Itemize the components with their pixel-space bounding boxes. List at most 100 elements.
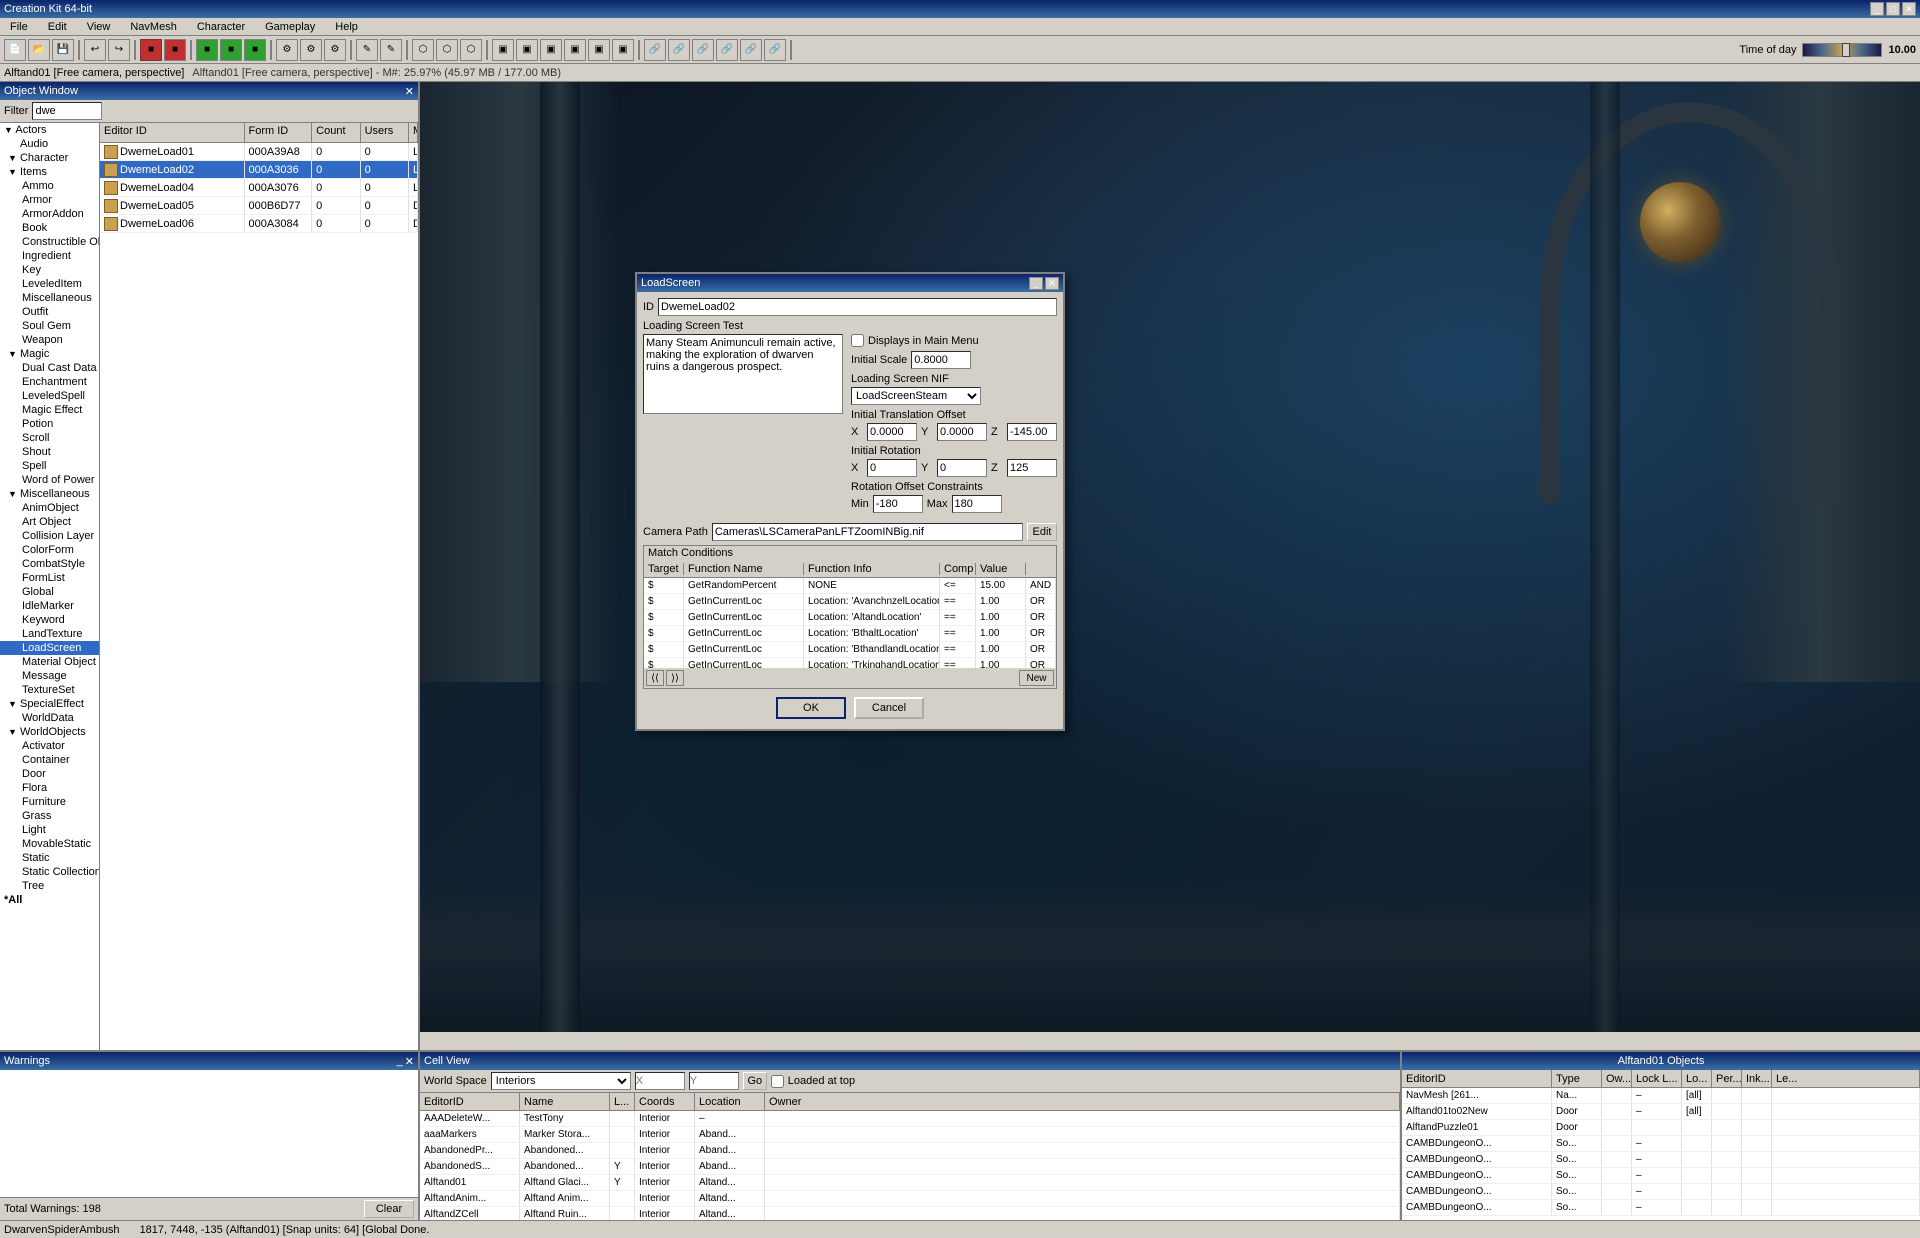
tree-furniture[interactable]: Furniture [0,795,99,809]
tool4[interactable]: ■ [220,39,242,61]
tree-grass[interactable]: Grass [0,809,99,823]
tool25[interactable]: 🔗 [764,39,786,61]
y-coord-input[interactable] [689,1072,739,1090]
rb-row[interactable]: CAMBDungeonO... So... – [1402,1136,1920,1152]
initial-scale-input[interactable] [911,351,971,369]
undo-btn[interactable]: ↩ [84,39,106,61]
tool3[interactable]: ■ [196,39,218,61]
tree-magic[interactable]: ▼ Magic [0,347,99,361]
tool7[interactable]: ⚙ [300,39,322,61]
rx-input[interactable] [867,459,917,477]
tree-loadscreen[interactable]: LoadScreen [0,641,99,655]
tree-formlist[interactable]: FormList [0,571,99,585]
tree-landtexture[interactable]: LandTexture [0,627,99,641]
tree-constructible[interactable]: Constructible Obj... [0,235,99,249]
menu-character[interactable]: Character [191,19,251,35]
menu-help[interactable]: Help [329,19,364,35]
tree-actors[interactable]: ▼ Actors [0,123,99,137]
tz-input[interactable] [1007,423,1057,441]
tree-artobject[interactable]: Art Object [0,515,99,529]
tree-leveleditem[interactable]: LeveledItem [0,277,99,291]
tree-miscellaneous-item[interactable]: Miscellaneous [0,291,99,305]
tree-ingredient[interactable]: Ingredient [0,249,99,263]
cell-col-name[interactable]: Name [520,1093,610,1110]
cell-row[interactable]: AlftandZCell Alftand Ruin... Interior Al… [420,1207,1400,1220]
tool5[interactable]: ■ [244,39,266,61]
minimize-btn[interactable]: _ [1870,2,1884,16]
warnings-minimize-btn[interactable]: _ [397,1055,403,1068]
tree-animobject[interactable]: AnimObject [0,501,99,515]
tool15[interactable]: ▣ [516,39,538,61]
tool11[interactable]: ⬡ [412,39,434,61]
tree-audio[interactable]: Audio [0,137,99,151]
tree-outfit[interactable]: Outfit [0,305,99,319]
maximize-btn[interactable]: □ [1886,2,1900,16]
dialog-close-btn[interactable]: ✕ [1045,277,1059,290]
tool14[interactable]: ▣ [492,39,514,61]
id-field[interactable] [658,298,1057,316]
x-coord-input[interactable] [635,1072,685,1090]
tool1[interactable]: ■ [140,39,162,61]
redo-btn[interactable]: ↪ [108,39,130,61]
tree-tree[interactable]: Tree [0,879,99,893]
cell-row[interactable]: AbandonedPr... Abandoned... Interior Aba… [420,1143,1400,1159]
world-space-dropdown[interactable]: Interiors [491,1072,631,1090]
rb-col-le[interactable]: Le... [1772,1070,1920,1087]
tool23[interactable]: 🔗 [716,39,738,61]
rb-row[interactable]: CAMBDungeonO... So... – [1402,1200,1920,1216]
tree-wordofpower[interactable]: Word of Power [0,473,99,487]
cell-col-owner[interactable]: Owner [765,1093,1400,1110]
clear-warnings-btn[interactable]: Clear [364,1200,414,1218]
tool10[interactable]: ✎ [380,39,402,61]
min-input[interactable] [873,495,923,513]
match-col-comp[interactable]: Comp [940,563,976,575]
tree-light[interactable]: Light [0,823,99,837]
tree-enchantment[interactable]: Enchantment [0,375,99,389]
tree-door[interactable]: Door [0,767,99,781]
rb-row[interactable]: AlftandPuzzle01 Door [1402,1120,1920,1136]
tree-all[interactable]: *All [0,893,99,907]
new-btn[interactable]: 📄 [4,39,26,61]
edit-camera-btn[interactable]: Edit [1027,523,1057,541]
tree-worldobjects[interactable]: ▼ WorldObjects [0,725,99,739]
tree-shout[interactable]: Shout [0,445,99,459]
match-next-btn[interactable]: ⟩⟩ [666,670,684,686]
menu-view[interactable]: View [81,19,117,35]
tree-collisionlayer[interactable]: Collision Layer [0,529,99,543]
ry-input[interactable] [937,459,987,477]
tool21[interactable]: 🔗 [668,39,690,61]
time-slider[interactable] [1802,43,1882,57]
match-row[interactable]: $ GetInCurrentLoc Location: 'AvanchnzelL… [644,594,1056,610]
match-row[interactable]: $ GetInCurrentLoc Location: 'AltandLocat… [644,610,1056,626]
cell-row[interactable]: AbandonedS... Abandoned... Y Interior Ab… [420,1159,1400,1175]
tree-weapon[interactable]: Weapon [0,333,99,347]
tree-movablestatic[interactable]: MovableStatic [0,837,99,851]
rb-row[interactable]: CAMBDungeonO... So... – [1402,1168,1920,1184]
tx-input[interactable] [867,423,917,441]
col-editor-id[interactable]: Editor ID [100,123,245,142]
cancel-button[interactable]: Cancel [854,697,924,719]
tree-misc-main[interactable]: ▼ Miscellaneous [0,487,99,501]
tree-book[interactable]: Book [0,221,99,235]
close-btn[interactable]: ✕ [1902,2,1916,16]
ok-button[interactable]: OK [776,697,846,719]
tool20[interactable]: 🔗 [644,39,666,61]
tree-staticcollection[interactable]: Static Collection [0,865,99,879]
match-col-function[interactable]: Function Name [684,563,804,575]
tree-dualcastdata[interactable]: Dual Cast Data [0,361,99,375]
tool12[interactable]: ⬡ [436,39,458,61]
camera-path-input[interactable] [712,523,1023,541]
tree-idlemarker[interactable]: IdleMarker [0,599,99,613]
rb-row[interactable]: Alftand01to02New Door – [all] [1402,1104,1920,1120]
list-item[interactable]: DwemeLoad02 000A3036 0 0 LoadSc... [100,161,418,179]
tool22[interactable]: 🔗 [692,39,714,61]
rb-col-lockl[interactable]: Lock L... [1632,1070,1682,1087]
match-row[interactable]: $ GetInCurrentLoc Location: 'BthandlandL… [644,642,1056,658]
menu-gameplay[interactable]: Gameplay [259,19,321,35]
col-users[interactable]: Users [361,123,409,142]
rz-input[interactable] [1007,459,1057,477]
col-form-id[interactable]: Form ID [245,123,313,142]
displays-main-menu-checkbox[interactable] [851,334,864,347]
tree-worlddata[interactable]: WorldData [0,711,99,725]
tool8[interactable]: ⚙ [324,39,346,61]
